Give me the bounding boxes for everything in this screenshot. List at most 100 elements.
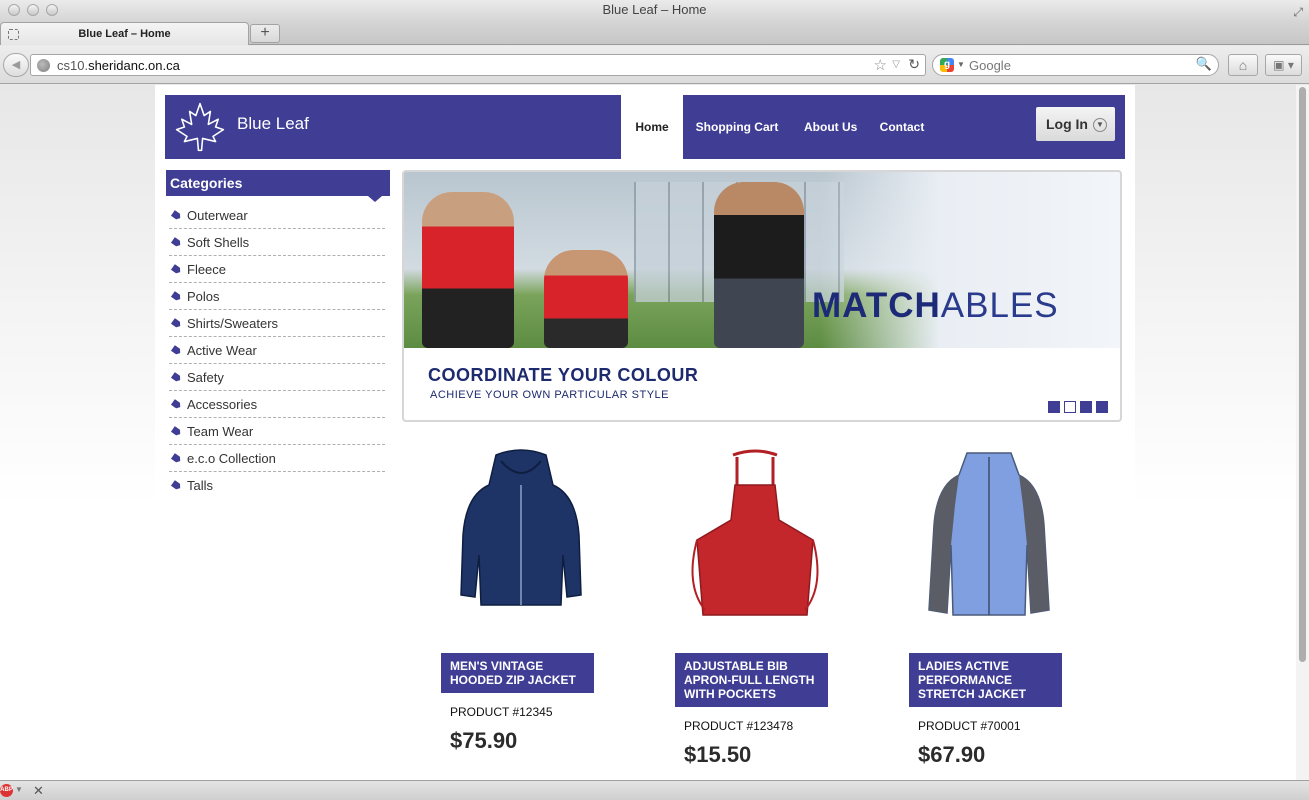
tag-icon — [171, 210, 182, 221]
category-polos[interactable]: Polos — [169, 283, 385, 310]
tag-icon — [171, 480, 182, 491]
history-dropdown-icon[interactable]: ▽ — [892, 59, 900, 70]
tab-blue-leaf-home[interactable]: Blue Leaf – Home — [0, 22, 249, 45]
url-text: cs10.sheridanc.on.ca — [57, 58, 180, 73]
category-label: e.c.o Collection — [187, 451, 276, 466]
search-engine-dropdown-icon[interactable]: ▼ — [957, 60, 965, 69]
banner-title: COORDINATE YOUR COLOUR — [428, 365, 699, 385]
new-tab-button[interactable]: + — [250, 24, 280, 43]
tag-icon — [171, 399, 182, 410]
product-number: PRODUCT #12345 — [450, 705, 553, 719]
category-talls[interactable]: Talls — [169, 472, 385, 499]
matchables-light: ABLES — [940, 286, 1059, 325]
nav-about-us-label: About Us — [804, 120, 858, 134]
categories-title: Categories — [170, 175, 243, 191]
product-name[interactable]: Men's Vintage Hooded Zip Jacket — [441, 653, 594, 693]
google-icon[interactable]: g — [940, 58, 954, 72]
category-label: Safety — [187, 370, 224, 385]
category-outerwear[interactable]: Outerwear — [169, 202, 385, 229]
category-safety[interactable]: Safety — [169, 364, 385, 391]
site-logo[interactable]: Blue Leaf — [165, 95, 621, 159]
web-viewport: Blue Leaf Home Shopping Cart About Us Co… — [0, 85, 1309, 780]
product-name[interactable]: Adjustable Bib Apron-Full Length With Po… — [675, 653, 828, 707]
login-label: Log In — [1046, 116, 1088, 132]
close-icon[interactable]: ✕ — [33, 783, 44, 799]
status-bar: ABP ▼ ✕ — [0, 780, 1309, 800]
category-eco-collection[interactable]: e.c.o Collection — [169, 445, 385, 472]
window-title: Blue Leaf – Home — [602, 2, 707, 17]
category-active-wear[interactable]: Active Wear — [169, 337, 385, 364]
slide-dot-3[interactable] — [1080, 401, 1092, 413]
search-icon[interactable]: 🔍 — [1196, 56, 1212, 72]
matchables-bold: MATCH — [812, 286, 941, 325]
reload-icon[interactable]: ↻ — [908, 56, 920, 73]
bookmark-star-icon[interactable]: ☆ — [874, 56, 887, 74]
navigation-toolbar: ◀ cs10.sheridanc.on.ca ☆ ▽ ↻ g ▼ Google … — [0, 46, 1309, 84]
slide-dot-2[interactable] — [1064, 401, 1076, 413]
slider-dots — [1044, 400, 1108, 418]
address-bar[interactable]: cs10.sheridanc.on.ca ☆ ▽ ↻ — [30, 54, 926, 76]
banner-slider[interactable]: MATCHABLES COORDINATE YOUR COLOUR ACHIEV… — [402, 170, 1122, 422]
bookmarks-button[interactable]: ▣ ▾ — [1265, 54, 1302, 76]
site-header: Blue Leaf Home Shopping Cart About Us Co… — [165, 95, 1125, 159]
product-price: $67.90 — [918, 742, 986, 767]
product-price: $15.50 — [684, 742, 752, 767]
categories-header: Categories — [166, 170, 390, 202]
zoom-window-button[interactable] — [46, 4, 58, 16]
tag-icon — [171, 318, 182, 329]
category-label: Outerwear — [187, 208, 248, 223]
matchables-logo: MATCHABLES — [812, 286, 1059, 326]
model-woman-seated — [544, 250, 628, 348]
scrollbar-thumb[interactable] — [1299, 87, 1306, 662]
tag-icon — [171, 453, 182, 464]
tag-icon — [171, 345, 182, 356]
category-label: Polos — [187, 289, 220, 304]
category-shirts-sweaters[interactable]: Shirts/Sweaters — [169, 310, 385, 337]
brand-name: Blue Leaf — [237, 114, 309, 133]
category-label: Accessories — [187, 397, 258, 412]
slide-dot-1[interactable] — [1048, 401, 1060, 413]
banner-photo: MATCHABLES — [404, 172, 1120, 348]
url-prefix: cs10. — [57, 58, 89, 73]
nav-contact[interactable]: Contact — [867, 95, 937, 159]
adblock-icon[interactable]: ABP — [0, 784, 13, 797]
category-label: Soft Shells — [187, 235, 250, 250]
product-price: $75.90 — [450, 728, 518, 753]
product-name[interactable]: Ladies Active Performance Stretch Jacket — [909, 653, 1062, 707]
product-number: PRODUCT #70001 — [918, 719, 1021, 733]
minimize-window-button[interactable] — [27, 4, 39, 16]
tag-icon — [171, 372, 182, 383]
nav-shopping-cart[interactable]: Shopping Cart — [683, 95, 791, 159]
jacket-image[interactable] — [909, 445, 1069, 625]
category-label: Active Wear — [187, 343, 257, 358]
tab-label: Blue Leaf – Home — [78, 28, 171, 40]
close-window-button[interactable] — [8, 4, 20, 16]
login-button[interactable]: Log In ▼ — [1036, 107, 1115, 141]
category-label: Talls — [187, 478, 214, 493]
category-team-wear[interactable]: Team Wear — [169, 418, 385, 445]
hoodie-image[interactable] — [441, 445, 601, 625]
category-soft-shells[interactable]: Soft Shells — [169, 229, 385, 256]
home-button[interactable]: ⌂ — [1228, 54, 1258, 76]
apron-image[interactable] — [675, 445, 835, 625]
search-placeholder: Google — [969, 58, 1011, 73]
model-woman-standing — [714, 182, 804, 348]
adblock-dropdown-icon[interactable]: ▼ — [15, 785, 23, 794]
page-icon — [8, 29, 19, 40]
search-bar[interactable]: g ▼ Google 🔍 — [932, 54, 1219, 76]
category-fleece[interactable]: Fleece — [169, 256, 385, 283]
back-button[interactable]: ◀ — [3, 53, 29, 77]
category-accessories[interactable]: Accessories — [169, 391, 385, 418]
slide-dot-4[interactable] — [1096, 401, 1108, 413]
url-host: sheridanc.on.ca — [88, 58, 180, 73]
vertical-scrollbar[interactable] — [1296, 85, 1309, 780]
chevron-down-icon: ▼ — [1093, 118, 1107, 132]
tag-icon — [171, 291, 182, 302]
maple-leaf-icon — [175, 102, 225, 152]
banner-subtitle: ACHIEVE YOUR OWN PARTICULAR STYLE — [430, 389, 669, 401]
tag-icon — [171, 264, 182, 275]
tag-icon — [171, 237, 182, 248]
tab-bar: Blue Leaf – Home + — [0, 20, 1309, 45]
category-list: Outerwear Soft Shells Fleece Polos Shirt… — [169, 202, 385, 499]
nav-home[interactable]: Home — [621, 95, 683, 159]
